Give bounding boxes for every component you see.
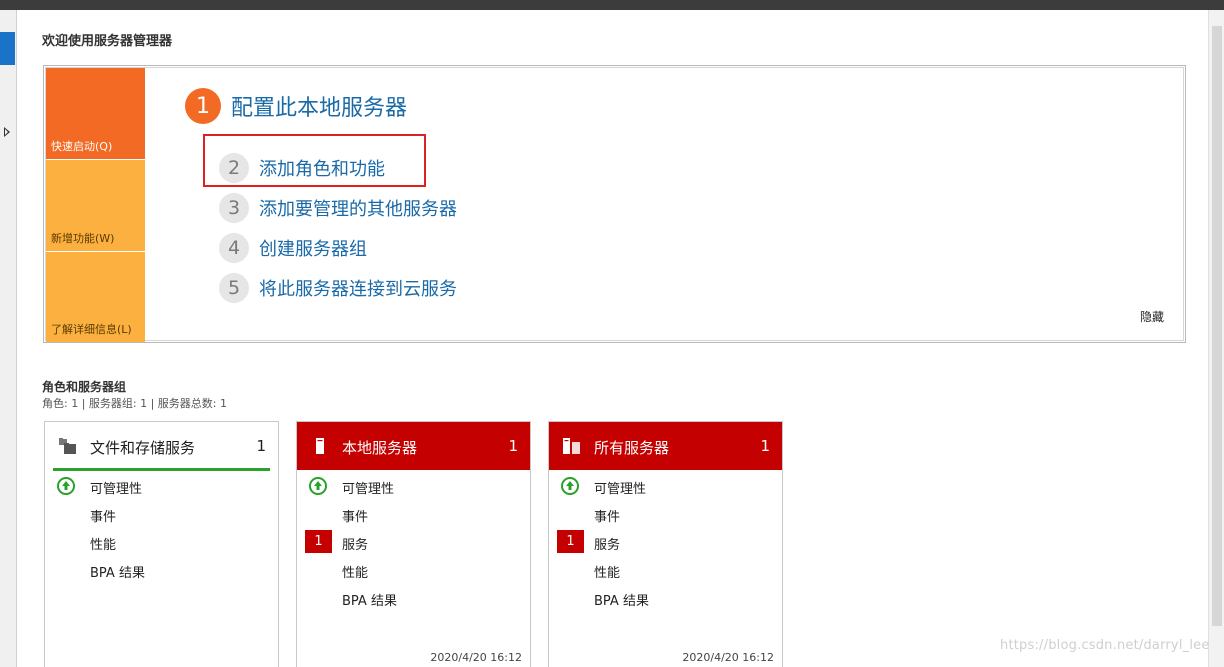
row-label: 事件	[594, 510, 621, 525]
card-title: 文件和存储服务	[90, 439, 196, 457]
alert-count-badge: 1	[557, 530, 584, 553]
tile-quick-start[interactable]: 快速启动(Q)	[46, 68, 145, 159]
row-manageability[interactable]: 可管理性	[297, 474, 530, 498]
row-label: BPA 结果	[90, 566, 145, 581]
card-file-storage[interactable]: 文件和存储服务 1 可管理性 事件 性能 BPA 结果	[44, 421, 279, 667]
step-configure-local-server[interactable]: 1 配置此本地服务器	[185, 88, 407, 124]
row-performance[interactable]: 性能	[297, 558, 530, 582]
card-count: 1	[508, 437, 518, 455]
quick-start-panel: 快速启动(Q) 新增功能(W) 了解详细信息(L) 1 配置此本地服务器 2 添…	[43, 65, 1186, 343]
window-top-bar	[0, 0, 1224, 10]
last-refresh-time: 2020/4/20 16:12	[682, 651, 774, 664]
step-label[interactable]: 将此服务器连接到云服务	[259, 275, 457, 301]
hide-link[interactable]: 隐藏	[1140, 308, 1164, 325]
row-performance[interactable]: 性能	[549, 558, 782, 582]
card-title: 本地服务器	[342, 439, 418, 457]
step-number-badge: 4	[219, 233, 249, 263]
row-label: 性能	[90, 538, 117, 553]
row-services[interactable]: 1 服务	[549, 530, 782, 554]
row-label: BPA 结果	[342, 594, 397, 609]
row-events[interactable]: 事件	[45, 502, 278, 526]
red-highlight-annotation	[203, 134, 426, 187]
main-content: 欢迎使用服务器管理器 快速启动(Q) 新增功能(W) 了解详细信息(L) 1 配…	[18, 10, 1208, 667]
tile-quick-start-label: 快速启动(Q)	[51, 140, 113, 153]
step-add-other-servers[interactable]: 3 添加要管理的其他服务器	[219, 193, 457, 223]
step-number-badge: 3	[219, 193, 249, 223]
row-events[interactable]: 事件	[297, 502, 530, 526]
roles-section-title: 角色和服务器组	[42, 380, 127, 394]
card-title: 所有服务器	[594, 439, 670, 457]
row-label: 可管理性	[90, 482, 143, 497]
tile-whats-new-label: 新增功能(W)	[51, 232, 115, 245]
vertical-scrollbar[interactable]	[1208, 10, 1224, 667]
row-services[interactable]: 1 服务	[297, 530, 530, 554]
row-label: 性能	[342, 566, 369, 581]
row-bpa-results[interactable]: BPA 结果	[45, 558, 278, 582]
row-label: 性能	[594, 566, 621, 581]
row-performance[interactable]: 性能	[45, 530, 278, 554]
last-refresh-time: 2020/4/20 16:12	[430, 651, 522, 664]
card-local-server[interactable]: 本地服务器 1 可管理性 事件 1 服务 性能 BPA 结果 2020/4/20…	[296, 421, 531, 667]
step-number-badge: 1	[185, 88, 221, 124]
status-up-icon	[57, 477, 75, 495]
folder-stack-icon	[59, 438, 76, 454]
navigation-pane	[0, 10, 17, 667]
expand-arrow-icon[interactable]	[4, 127, 10, 137]
row-manageability[interactable]: 可管理性	[549, 474, 782, 498]
server-icon	[316, 438, 324, 454]
row-label: 可管理性	[594, 482, 647, 497]
card-count: 1	[256, 437, 266, 455]
row-events[interactable]: 事件	[549, 502, 782, 526]
status-up-icon	[561, 477, 579, 495]
step-label[interactable]: 配置此本地服务器	[231, 90, 407, 122]
tile-learn-more-label: 了解详细信息(L)	[51, 323, 132, 336]
row-label: 事件	[90, 510, 117, 525]
row-manageability[interactable]: 可管理性	[45, 474, 278, 498]
card-header[interactable]: 文件和存储服务 1	[45, 422, 278, 470]
nav-selected-item[interactable]	[0, 32, 15, 65]
row-label: 服务	[342, 538, 369, 553]
roles-summary: 角色: 1 | 服务器组: 1 | 服务器总数: 1	[42, 397, 228, 410]
card-header[interactable]: 所有服务器 1	[549, 422, 782, 470]
status-ok-line	[53, 468, 270, 471]
tile-whats-new[interactable]: 新增功能(W)	[46, 160, 145, 251]
tile-learn-more[interactable]: 了解详细信息(L)	[46, 252, 145, 342]
step-label[interactable]: 添加要管理的其他服务器	[259, 195, 457, 221]
step-label[interactable]: 创建服务器组	[259, 235, 367, 261]
card-count: 1	[760, 437, 770, 455]
step-create-server-group[interactable]: 4 创建服务器组	[219, 233, 367, 263]
step-number-badge: 5	[219, 273, 249, 303]
card-all-servers[interactable]: 所有服务器 1 可管理性 事件 1 服务 性能 BPA 结果 2020/4/20…	[548, 421, 783, 667]
status-up-icon	[309, 477, 327, 495]
row-bpa-results[interactable]: BPA 结果	[297, 586, 530, 610]
card-header[interactable]: 本地服务器 1	[297, 422, 530, 470]
servers-icon	[563, 438, 580, 454]
step-connect-cloud[interactable]: 5 将此服务器连接到云服务	[219, 273, 457, 303]
row-label: 事件	[342, 510, 369, 525]
watermark-text: https://blog.csdn.net/darryl_lee	[1000, 638, 1210, 653]
scrollbar-thumb[interactable]	[1212, 26, 1222, 626]
quick-start-inner: 快速启动(Q) 新增功能(W) 了解详细信息(L) 1 配置此本地服务器 2 添…	[45, 67, 1184, 342]
alert-count-badge: 1	[305, 530, 332, 553]
row-label: BPA 结果	[594, 594, 649, 609]
welcome-title: 欢迎使用服务器管理器	[42, 34, 173, 49]
row-label: 可管理性	[342, 482, 395, 497]
row-label: 服务	[594, 538, 621, 553]
row-bpa-results[interactable]: BPA 结果	[549, 586, 782, 610]
